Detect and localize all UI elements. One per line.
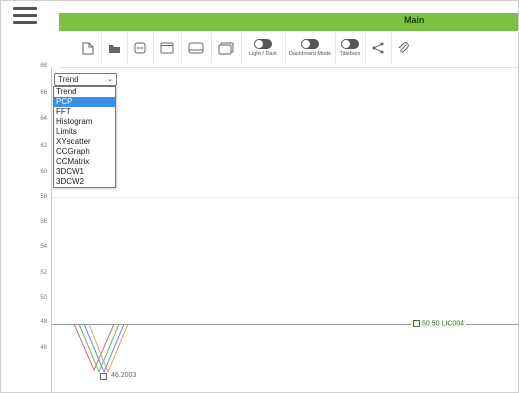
panel-icon <box>188 42 204 54</box>
hamburger-menu-icon[interactable] <box>13 7 37 25</box>
panel-button[interactable] <box>181 33 212 63</box>
dashboard-mode-toggle[interactable]: Dashboard Mode <box>285 33 336 63</box>
option-xyscatter[interactable]: XYscatter <box>54 137 115 147</box>
point-value-tooltip: 50 50 LIC004 <box>411 320 467 328</box>
y-tick-label: 68 <box>40 63 47 69</box>
point-value-label: 50 50 LIC004 <box>422 320 465 328</box>
y-tick-label: 66 <box>40 90 47 96</box>
app-frame: Main Light / Dark Dashboard Mode Titleba… <box>0 0 519 393</box>
save-button[interactable] <box>127 33 154 63</box>
y-tick-label: 46 <box>40 345 47 351</box>
chart-type-options: Trend PCP FFT Histogram Limits XYscatter… <box>53 86 116 188</box>
new-file-button[interactable] <box>75 33 102 63</box>
layers-button[interactable] <box>211 33 242 63</box>
light-dark-toggle[interactable]: Light / Dark <box>241 33 286 63</box>
chevron-down-icon: ⌄ <box>107 76 113 83</box>
title-bar: Main <box>59 13 518 31</box>
open-folder-button[interactable] <box>101 33 128 63</box>
share-icon <box>372 42 384 54</box>
option-histogram[interactable]: Histogram <box>54 117 115 127</box>
dashboard-mode-label: Dashboard Mode <box>288 51 332 57</box>
layers-icon <box>218 42 234 54</box>
y-tick-label: 48 <box>40 319 47 325</box>
toggle-switch-icon <box>341 39 359 49</box>
option-ccmatrix[interactable]: CCMatrix <box>54 157 115 167</box>
toolbar: Light / Dark Dashboard Mode Titlebars <box>59 33 518 68</box>
option-3dcw1[interactable]: 3DCW1 <box>54 167 115 177</box>
option-pcp[interactable]: PCP <box>54 97 115 107</box>
min-point-marker <box>100 373 107 380</box>
window-icon <box>160 42 174 54</box>
window-button[interactable] <box>153 33 182 63</box>
titlebars-toggle[interactable]: Titlebars <box>335 33 366 63</box>
y-tick-label: 50 <box>40 295 47 301</box>
min-value-label: 46.2003 <box>111 372 137 379</box>
option-trend[interactable]: Trend <box>54 87 115 97</box>
chart-type-selected-value: Trend <box>58 75 79 84</box>
window-title: Main <box>404 15 425 25</box>
folder-icon <box>108 44 120 53</box>
save-icon <box>134 42 146 54</box>
y-tick-label: 56 <box>40 219 47 225</box>
gridline <box>52 197 518 198</box>
y-tick-label: 62 <box>40 143 47 149</box>
y-tick-label: 64 <box>40 116 47 122</box>
option-3dcw2[interactable]: 3DCW2 <box>54 177 115 187</box>
y-tick-label: 54 <box>40 244 47 250</box>
y-tick-label: 60 <box>40 169 47 175</box>
new-file-icon <box>82 42 94 54</box>
light-dark-label: Light / Dark <box>248 51 278 57</box>
share-button[interactable] <box>365 33 392 63</box>
titlebars-label: Titlebars <box>339 51 361 57</box>
y-tick-label: 52 <box>40 270 47 276</box>
attach-button[interactable] <box>391 33 415 63</box>
paperclip-icon <box>398 42 409 53</box>
option-fft[interactable]: FFT <box>54 107 115 117</box>
chart-type-select[interactable]: Trend ⌄ <box>54 73 117 86</box>
option-limits[interactable]: Limits <box>54 127 115 137</box>
toggle-switch-icon <box>301 39 319 49</box>
y-tick-label: 58 <box>40 194 47 200</box>
point-marker-icon <box>413 320 420 327</box>
option-ccgraph[interactable]: CCGraph <box>54 147 115 157</box>
toggle-switch-icon <box>254 39 272 49</box>
